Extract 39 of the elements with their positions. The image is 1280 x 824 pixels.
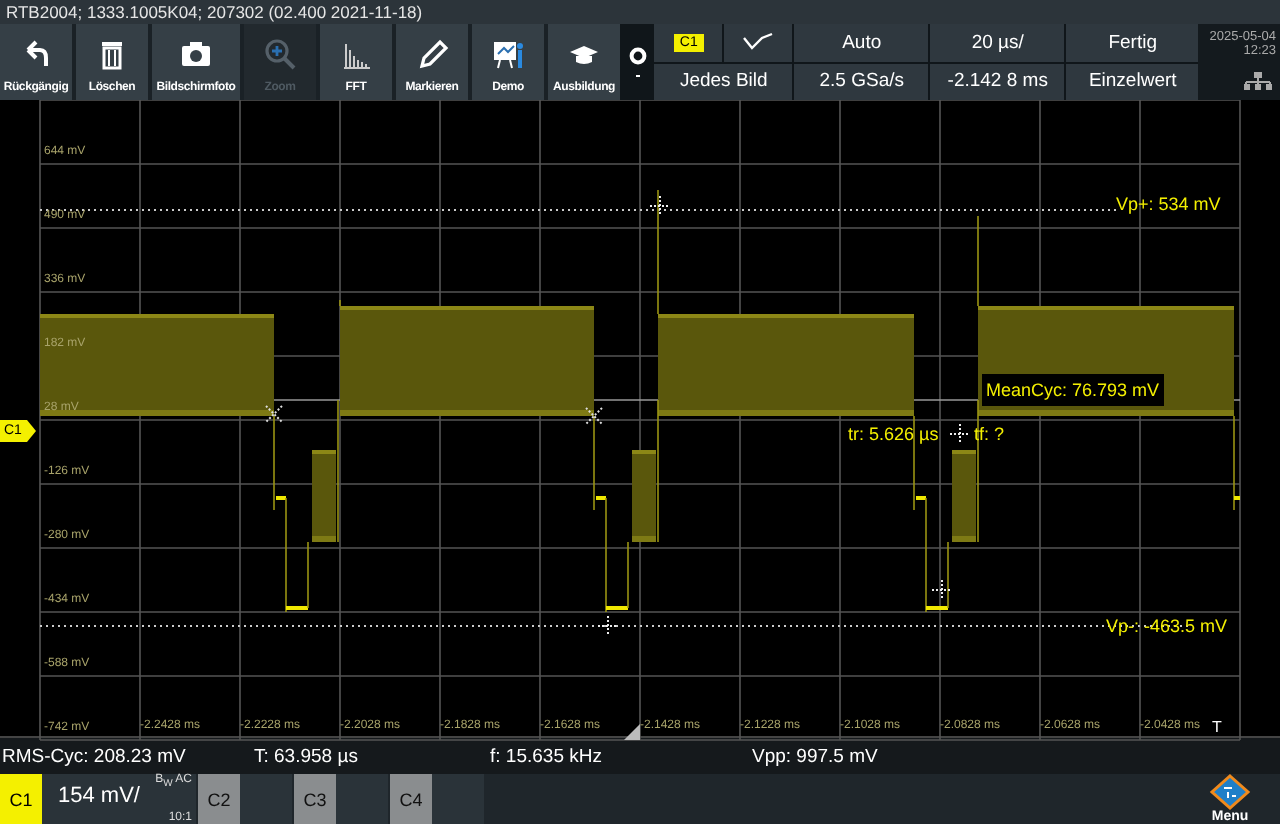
setting-button[interactable]: Jedes Bild: [654, 63, 793, 100]
camera-icon: [178, 36, 214, 72]
channel-tab[interactable]: C2: [198, 774, 240, 824]
settings-button[interactable]: [620, 24, 655, 100]
setting-button[interactable]: Einzelwert: [1066, 63, 1199, 100]
window-title: RTB2004; 1333.1005K04; 207302 (02.400 2021-11-18): [0, 0, 1280, 24]
measurement-label: Vp+: 534 mV: [1116, 194, 1221, 214]
scale-text: 154 mV/: [58, 784, 140, 808]
measurement-label: Vp-: -463.5 mV: [1106, 616, 1228, 636]
channel-tab[interactable]: C3: [294, 774, 336, 824]
measurement-value: Vpp: 997.5 mV: [752, 745, 878, 768]
crosshair-icon: [949, 423, 971, 445]
measurement-value: RMS-Cyc: 208.23 mV: [2, 745, 188, 768]
measurement-value: f: 15.635 kHz: [490, 745, 604, 768]
network-icon: [1244, 72, 1272, 90]
trigger-slope-button[interactable]: [724, 24, 793, 61]
measurement-label: tf: ?: [974, 424, 1005, 444]
settings-icon: [627, 44, 648, 80]
setting-button[interactable]: 20 µs/: [930, 24, 1065, 61]
measurement-value: T: 63.958 µs: [254, 745, 360, 768]
channel-tab[interactable]: C1: [0, 774, 42, 824]
crosshair-icon: [597, 615, 619, 637]
measurement-label: tr: 5.626 µs: [848, 424, 939, 444]
measurement-label: MeanCyc: 76.793 mV: [982, 374, 1164, 406]
corner-icon: [624, 724, 640, 740]
rising-edge-icon: [742, 32, 775, 53]
channel-tab[interactable]: C4: [390, 774, 432, 824]
x-marker-icon: [585, 407, 603, 425]
crosshair-icon: [649, 195, 671, 217]
setting-button[interactable]: 2.5 GSa/s: [794, 63, 929, 100]
presentation-icon: [490, 36, 526, 72]
logo-icon: [1204, 774, 1256, 810]
setting-button[interactable]: Auto: [794, 24, 929, 61]
x-marker-icon: [265, 405, 283, 423]
setting-button[interactable]: Fertig: [1066, 24, 1199, 61]
pencil-icon: [414, 36, 450, 72]
crosshair-icon: [931, 579, 953, 601]
magnifier-icon: [262, 36, 298, 72]
setting-button[interactable]: -2.142 8 ms: [930, 63, 1065, 100]
